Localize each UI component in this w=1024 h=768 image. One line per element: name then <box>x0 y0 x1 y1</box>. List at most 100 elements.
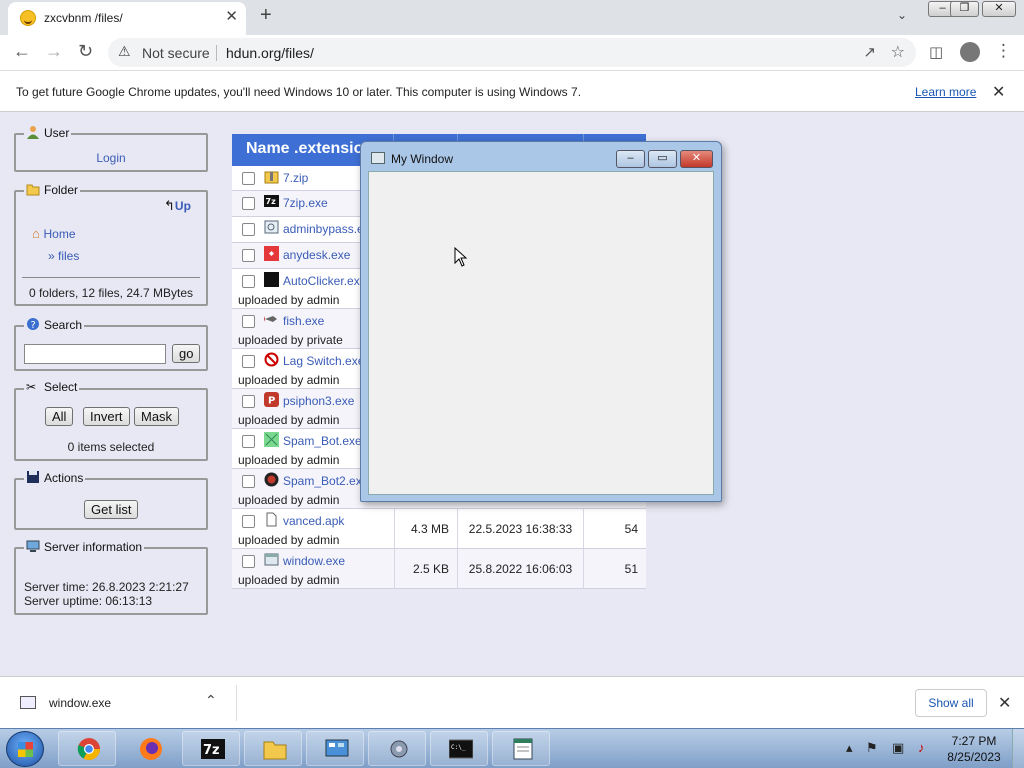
forward-arrow-icon[interactable]: → <box>45 41 63 62</box>
taskbar-settings[interactable] <box>368 731 426 766</box>
show-hidden-icons-icon[interactable]: ▴ <box>846 740 853 756</box>
exe-file-icon <box>20 696 36 709</box>
row-checkbox[interactable] <box>242 223 255 236</box>
psiphon-icon: P <box>264 392 279 407</box>
show-all-button[interactable]: Show all <box>915 689 987 717</box>
chevron-up-icon[interactable]: ⌃ <box>205 692 217 709</box>
current-folder-link[interactable]: » files <box>48 249 79 263</box>
row-checkbox[interactable] <box>242 249 255 262</box>
name-header-label[interactable]: Name .extension <box>246 140 364 158</box>
new-tab-button[interactable]: + <box>260 4 272 27</box>
share-icon[interactable]: ↗ <box>863 43 876 61</box>
security-label[interactable]: Not secure <box>142 45 210 61</box>
folder-summary: 0 folders, 12 files, 24.7 MBytes <box>28 286 194 300</box>
taskbar-explorer[interactable] <box>244 731 302 766</box>
file-icon <box>266 512 277 527</box>
login-link[interactable]: Login <box>16 151 206 165</box>
invert-selection-button[interactable]: Invert <box>83 407 130 426</box>
address-bar[interactable]: ⚠ Not secure hdun.org/files/ ↗ ☆ <box>108 38 916 67</box>
warning-triangle-icon[interactable]: ⚠ <box>118 43 131 60</box>
bookmark-star-icon[interactable]: ☆ <box>891 42 905 62</box>
up-label[interactable]: Up <box>175 199 191 213</box>
back-arrow-icon[interactable]: ← <box>13 41 31 62</box>
tab-active[interactable]: zxcvbnm /files/ ✕ <box>8 2 246 35</box>
menu-kebab-icon[interactable]: ⋮ <box>995 41 1012 61</box>
row-checkbox[interactable] <box>242 395 255 408</box>
file-name-link[interactable]: Spam_Bot.exe <box>283 434 362 448</box>
server-info-panel: Server information Server time: 26.8.202… <box>14 539 208 615</box>
file-name-link[interactable]: 7.zip <box>283 171 308 185</box>
tab-search-chevron-icon[interactable]: ⌄ <box>897 8 907 22</box>
row-checkbox[interactable] <box>242 435 255 448</box>
taskbar-chrome[interactable] <box>58 731 116 766</box>
file-name-link[interactable]: vanced.apk <box>283 514 344 528</box>
svg-text:P: P <box>268 396 275 407</box>
search-input[interactable] <box>24 344 166 364</box>
taskbar-cmd[interactable]: C:\_ <box>430 731 488 766</box>
row-checkbox[interactable] <box>242 315 255 328</box>
select-legend: ✂ Select <box>24 380 80 394</box>
file-name-link[interactable]: fish.exe <box>283 314 324 328</box>
profile-avatar-icon[interactable] <box>960 42 980 62</box>
volume-muted-icon[interactable]: ♪ <box>918 740 925 755</box>
window-close-button[interactable]: ✕ <box>680 150 713 168</box>
window-maximize-button[interactable]: ▭ <box>648 150 677 168</box>
row-checkbox[interactable] <box>242 555 255 568</box>
network-icon[interactable]: ▣ <box>892 740 904 756</box>
start-button[interactable] <box>6 731 44 767</box>
row-checkbox[interactable] <box>242 475 255 488</box>
window-title: My Window <box>391 152 454 166</box>
actions-panel: Actions Get list <box>14 470 208 530</box>
download-item-name[interactable]: window.exe <box>49 696 111 710</box>
home-link[interactable]: Home <box>43 227 75 241</box>
file-name-link[interactable]: AutoClicker.exe <box>283 274 366 288</box>
infobar-close-icon[interactable]: ✕ <box>992 82 1005 102</box>
row-checkbox[interactable] <box>242 515 255 528</box>
mask-button[interactable]: Mask <box>134 407 180 426</box>
select-all-button[interactable]: All <box>45 407 74 426</box>
window-client-area[interactable] <box>368 171 714 495</box>
search-legend: ? Search <box>24 317 85 332</box>
row-checkbox[interactable] <box>242 355 255 368</box>
taskbar-notepad[interactable] <box>492 731 550 766</box>
row-checkbox[interactable] <box>242 172 255 185</box>
file-name-link[interactable]: psiphon3.exe <box>283 394 354 408</box>
tab-close-icon[interactable]: ✕ <box>225 7 238 25</box>
action-center-flag-icon[interactable]: ⚑ <box>866 740 878 756</box>
home-icon: ⌂ <box>32 226 40 241</box>
actions-legend-text: Actions <box>44 471 84 485</box>
explorer-icon <box>263 741 287 760</box>
my-window-dialog[interactable]: My Window – ▭ ✕ <box>360 141 722 502</box>
taskbar-clock[interactable]: 7:27 PM 8/25/2023 <box>946 733 1002 765</box>
folder-icon <box>26 184 40 196</box>
url-text[interactable]: hdun.org/files/ <box>226 45 314 61</box>
smiley-favicon-icon <box>20 10 36 26</box>
file-name-link[interactable]: 7zip.exe <box>283 196 328 210</box>
reload-icon[interactable]: ↻ <box>78 41 93 62</box>
file-name-link[interactable]: Lag Switch.exe <box>283 354 364 368</box>
window-minimize-button[interactable]: – <box>616 150 645 168</box>
show-desktop-button[interactable] <box>1012 729 1024 768</box>
download-bar-close-icon[interactable]: ✕ <box>998 693 1011 713</box>
taskbar-control-panel[interactable] <box>306 731 364 766</box>
get-list-button[interactable]: Get list <box>84 500 139 519</box>
learn-more-link[interactable]: Learn more <box>915 85 976 99</box>
close-window-button[interactable]: ✕ <box>982 1 1016 17</box>
search-go-button[interactable]: go <box>172 344 201 363</box>
taskbar-firefox[interactable] <box>120 731 178 766</box>
up-button[interactable]: ↰Up <box>164 198 191 214</box>
server-legend: Server information <box>24 539 145 554</box>
home-link-row[interactable]: ⌂ Home <box>32 226 76 241</box>
file-name-link[interactable]: Spam_Bot2.exe <box>283 474 368 488</box>
control-panel-icon <box>325 739 349 757</box>
divider <box>22 277 200 278</box>
row-checkbox[interactable] <box>242 275 255 288</box>
file-size: 2.5 KB <box>394 549 458 588</box>
taskbar-7zip[interactable]: 7z <box>182 731 240 766</box>
file-name-link[interactable]: anydesk.exe <box>283 248 350 262</box>
row-checkbox[interactable] <box>242 197 255 210</box>
side-panel-icon[interactable]: ◫ <box>929 43 943 61</box>
notepad-icon <box>513 738 533 760</box>
file-name-link[interactable]: window.exe <box>283 554 345 568</box>
restore-button[interactable]: ❐ <box>950 1 979 17</box>
